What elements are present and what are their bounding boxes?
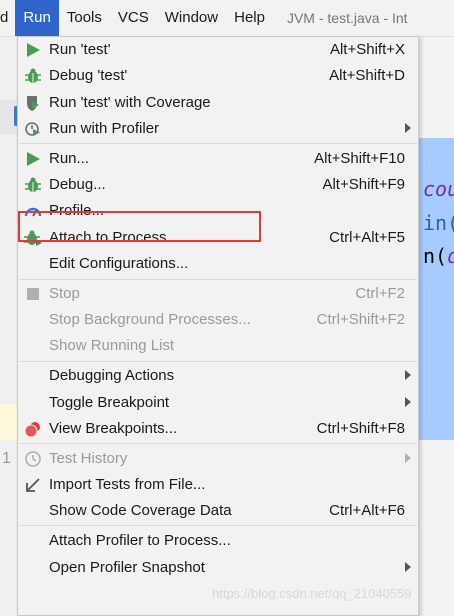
- watermark: https://blog.csdn.net/qq_21040559: [212, 586, 412, 601]
- menu-item-shortcut: Alt+Shift+X: [329, 41, 405, 58]
- menu-item-label: Show Running List: [49, 337, 175, 354]
- menu-item-debugging-actions[interactable]: Debugging Actions: [18, 363, 418, 389]
- menu-separator: [19, 525, 417, 526]
- menu-item-toggle-breakpoint[interactable]: Toggle Breakpoint: [18, 390, 418, 416]
- debug-icon: [24, 176, 42, 194]
- menu-item-label: Run...: [49, 150, 90, 167]
- breakpoints-icon: [24, 420, 42, 438]
- menu-item-label: Import Tests from File...: [49, 476, 206, 493]
- clock-icon: [24, 450, 42, 468]
- debug-icon: [24, 67, 42, 85]
- menu-item-label: Stop Background Processes...: [49, 311, 251, 328]
- menu-item-label: Run 'test': [49, 41, 111, 58]
- import-arrow-icon: [24, 476, 42, 494]
- code-fragment-3: n(d: [423, 244, 454, 268]
- menu-item-edit-configurations[interactable]: Edit Configurations...: [18, 251, 418, 277]
- menu-help[interactable]: Help: [226, 0, 273, 36]
- profiler-icon: [24, 120, 42, 138]
- menu-separator: [19, 361, 417, 362]
- menu-separator: [19, 279, 417, 280]
- submenu-arrow-icon: [405, 123, 411, 133]
- code-fragment-1: cou: [423, 177, 454, 201]
- menu-item-label: Run with Profiler: [49, 120, 160, 137]
- menu-item-label: Edit Configurations...: [49, 255, 189, 272]
- menu-item-label: Run 'test' with Coverage: [49, 94, 211, 111]
- menu-item-run-coverage[interactable]: Run 'test' with Coverage: [18, 90, 418, 116]
- run-icon: [24, 41, 42, 59]
- menu-tools[interactable]: Tools: [59, 0, 110, 36]
- menu-item-label: Attach Profiler to Process...: [49, 532, 231, 549]
- menu-item-stop[interactable]: Stop Ctrl+F2: [18, 281, 418, 307]
- menu-item-shortcut: Ctrl+Shift+F8: [316, 420, 405, 437]
- menu-item-shortcut: Ctrl+F2: [355, 285, 405, 302]
- menu-window[interactable]: Window: [157, 0, 226, 36]
- run-menu-dropdown: Run 'test' Alt+Shift+X Debug 'test' Alt+…: [17, 36, 419, 616]
- menu-item-import-tests[interactable]: Import Tests from File...: [18, 472, 418, 498]
- menu-item-shortcut: Alt+Shift+F10: [314, 150, 405, 167]
- menu-build-fragment[interactable]: d: [0, 0, 15, 36]
- menu-item-label: View Breakpoints...: [49, 420, 178, 437]
- submenu-arrow-icon: [405, 562, 411, 572]
- menu-item-show-coverage-data[interactable]: Show Code Coverage Data Ctrl+Alt+F6: [18, 498, 418, 524]
- submenu-arrow-icon: [405, 453, 411, 463]
- code-fragment-3a: n(: [423, 244, 448, 268]
- code-fragment-2: in(: [423, 211, 454, 235]
- menu-item-shortcut: Alt+Shift+F9: [322, 176, 405, 193]
- menu-item-label: Debug 'test': [49, 67, 128, 84]
- menu-run[interactable]: Run: [15, 0, 59, 36]
- current-line-gutter: [0, 404, 18, 440]
- run-icon: [24, 150, 42, 168]
- menu-item-label: Test History: [49, 450, 128, 467]
- menu-bar: d Run Tools VCS Window Help JVM - test.j…: [0, 0, 454, 37]
- menu-separator: [19, 143, 417, 144]
- menu-item-label: Show Code Coverage Data: [49, 502, 232, 519]
- menu-item-shortcut: Ctrl+Shift+F2: [316, 311, 405, 328]
- submenu-arrow-icon: [405, 397, 411, 407]
- menu-item-label: Toggle Breakpoint: [49, 394, 170, 411]
- menu-item-test-history[interactable]: Test History: [18, 446, 418, 472]
- stop-icon: [24, 285, 42, 303]
- code-fragment-3b: d: [447, 244, 454, 268]
- menu-item-shortcut: Ctrl+Alt+F6: [329, 502, 405, 519]
- menu-item-view-breakpoints[interactable]: View Breakpoints... Ctrl+Shift+F8: [18, 416, 418, 442]
- window-title: JVM - test.java - Int: [286, 10, 408, 26]
- coverage-icon: [24, 94, 42, 112]
- menu-item-stop-background[interactable]: Stop Background Processes... Ctrl+Shift+…: [18, 307, 418, 333]
- menu-separator: [19, 443, 417, 444]
- gutter-line-number: 1: [2, 450, 11, 467]
- menu-item-debug-test[interactable]: Debug 'test' Alt+Shift+D: [18, 63, 418, 89]
- menu-item-shortcut: Alt+Shift+D: [329, 67, 405, 84]
- menu-item-debug-dots[interactable]: Debug... Alt+Shift+F9: [18, 172, 418, 198]
- annotation-highlight-box: [18, 211, 261, 242]
- menu-item-label: Open Profiler Snapshot: [49, 559, 205, 576]
- menu-item-label: Debugging Actions: [49, 367, 175, 384]
- menu-item-run-dots[interactable]: Run... Alt+Shift+F10: [18, 146, 418, 172]
- menu-item-run-with-profiler[interactable]: Run with Profiler: [18, 116, 418, 142]
- menu-item-run-test[interactable]: Run 'test' Alt+Shift+X: [18, 37, 418, 63]
- menu-item-attach-profiler[interactable]: Attach Profiler to Process...: [18, 528, 418, 554]
- menu-item-show-running-list[interactable]: Show Running List: [18, 333, 418, 359]
- menu-item-open-profiler-snapshot[interactable]: Open Profiler Snapshot: [18, 555, 418, 581]
- menu-vcs[interactable]: VCS: [110, 0, 157, 36]
- menu-item-label: Stop: [49, 285, 80, 302]
- menu-item-shortcut: Ctrl+Alt+F5: [329, 229, 405, 246]
- submenu-arrow-icon: [405, 370, 411, 380]
- menu-item-label: Debug...: [49, 176, 106, 193]
